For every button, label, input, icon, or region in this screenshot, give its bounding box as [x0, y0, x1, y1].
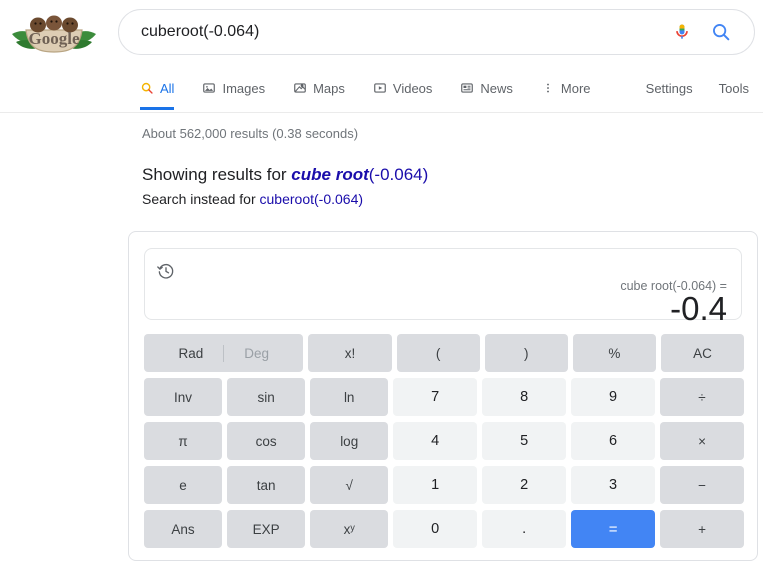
nav-right-actions: Settings Tools — [646, 66, 749, 110]
key-pi[interactable]: π — [144, 422, 223, 460]
google-doodle-logo[interactable]: Google — [6, 8, 102, 56]
search-instead-for: Search instead for cuberoot(-0.064) — [142, 189, 363, 209]
tab-images-label: Images — [222, 80, 266, 96]
tab-videos-label: Videos — [392, 80, 433, 96]
key-7[interactable]: 7 — [393, 378, 478, 416]
results-nav: All Images Maps Videos News More Setting… — [0, 66, 763, 113]
spelling-correction-suffix: (-0.064) — [368, 165, 429, 184]
key-divide[interactable]: ÷ — [660, 378, 744, 416]
key-8[interactable]: 8 — [482, 378, 567, 416]
angle-mode-toggle[interactable]: Rad Deg — [144, 334, 304, 372]
tab-images[interactable]: Images — [188, 66, 279, 110]
news-icon — [460, 81, 474, 95]
microphone-icon[interactable] — [672, 22, 692, 42]
tab-maps-label: Maps — [313, 80, 345, 96]
key-paren-close[interactable]: ) — [484, 334, 568, 372]
calculator-keypad: Rad Deg x! ( ) % AC Inv sin ln 7 8 9 ÷ π… — [144, 334, 744, 554]
video-icon — [373, 81, 387, 95]
tab-maps[interactable]: Maps — [279, 66, 359, 110]
more-vertical-icon — [541, 81, 555, 95]
settings-button[interactable]: Settings — [646, 81, 693, 96]
showing-results-for: Showing results for cube root(-0.064) — [142, 164, 428, 186]
nav-tabs: All Images Maps Videos News More Setting… — [0, 66, 763, 113]
key-2[interactable]: 2 — [482, 466, 567, 504]
key-factorial[interactable]: x! — [308, 334, 392, 372]
tab-news-label: News — [480, 80, 513, 96]
key-paren-open[interactable]: ( — [396, 334, 480, 372]
result-stats: About 562,000 results (0.38 seconds) — [142, 126, 359, 141]
key-3[interactable]: 3 — [571, 466, 656, 504]
tab-videos[interactable]: Videos — [359, 66, 447, 110]
doodle-svg: Google — [12, 15, 96, 53]
search-results-page: Google cuberoot(-0.064) All Images Maps … — [0, 0, 763, 567]
page-header: Google — [0, 0, 763, 66]
showing-results-prefix: Showing results for — [142, 165, 292, 184]
key-0[interactable]: 0 — [393, 510, 478, 548]
svg-text:Google: Google — [29, 29, 80, 48]
calculator-result: -0.4 — [670, 290, 727, 327]
key-9[interactable]: 9 — [571, 378, 656, 416]
spelling-correction-link[interactable]: cube root(-0.064) — [291, 165, 428, 184]
search-instead-link[interactable]: cuberoot(-0.064) — [260, 191, 364, 207]
history-icon[interactable] — [156, 261, 176, 286]
key-6[interactable]: 6 — [571, 422, 656, 460]
search-icon[interactable] — [710, 21, 732, 43]
angle-mode-rad[interactable]: Rad — [158, 346, 223, 361]
key-all-clear[interactable]: AC — [660, 334, 744, 372]
key-cos[interactable]: cos — [227, 422, 306, 460]
key-equals[interactable]: = — [571, 510, 656, 548]
keypad-row: Rad Deg x! ( ) % AC — [144, 334, 744, 372]
key-square-root[interactable]: √ — [310, 466, 389, 504]
key-multiply[interactable]: × — [660, 422, 744, 460]
key-5[interactable]: 5 — [482, 422, 567, 460]
key-sin[interactable]: sin — [227, 378, 306, 416]
tab-news[interactable]: News — [446, 66, 527, 110]
image-icon — [202, 81, 216, 95]
key-minus[interactable]: − — [660, 466, 744, 504]
calculator-widget: cube root(-0.064) = -0.4 Rad Deg x! ( ) … — [128, 231, 758, 561]
keypad-row: Ans EXP xʸ 0 . = + — [144, 510, 744, 548]
key-exp[interactable]: EXP — [227, 510, 306, 548]
key-e[interactable]: e — [144, 466, 223, 504]
tab-all-label: All — [160, 80, 175, 96]
key-4[interactable]: 4 — [393, 422, 478, 460]
search-bar[interactable] — [118, 9, 755, 55]
tab-more-label: More — [560, 80, 591, 96]
map-icon — [293, 81, 307, 95]
tools-button[interactable]: Tools — [719, 81, 749, 96]
search-bar-icons — [672, 21, 754, 43]
keypad-row: π cos log 4 5 6 × — [144, 422, 744, 460]
key-log[interactable]: log — [310, 422, 389, 460]
key-percent[interactable]: % — [572, 334, 656, 372]
tab-all[interactable]: All — [140, 66, 188, 110]
key-decimal-point[interactable]: . — [482, 510, 567, 548]
key-ans[interactable]: Ans — [144, 510, 223, 548]
key-plus[interactable]: + — [660, 510, 744, 548]
search-input[interactable] — [119, 10, 672, 54]
key-inv[interactable]: Inv — [144, 378, 223, 416]
key-1[interactable]: 1 — [393, 466, 478, 504]
keypad-row: Inv sin ln 7 8 9 ÷ — [144, 378, 744, 416]
key-tan[interactable]: tan — [227, 466, 306, 504]
angle-mode-deg[interactable]: Deg — [224, 346, 289, 361]
key-power[interactable]: xʸ — [310, 510, 389, 548]
key-ln[interactable]: ln — [310, 378, 389, 416]
search-icon — [140, 81, 154, 95]
spelling-correction-text: cube root — [291, 165, 369, 184]
tab-more[interactable]: More — [527, 66, 605, 110]
search-instead-prefix: Search instead for — [142, 191, 260, 207]
keypad-row: e tan √ 1 2 3 − — [144, 466, 744, 504]
calculator-display: cube root(-0.064) = -0.4 — [144, 248, 742, 326]
